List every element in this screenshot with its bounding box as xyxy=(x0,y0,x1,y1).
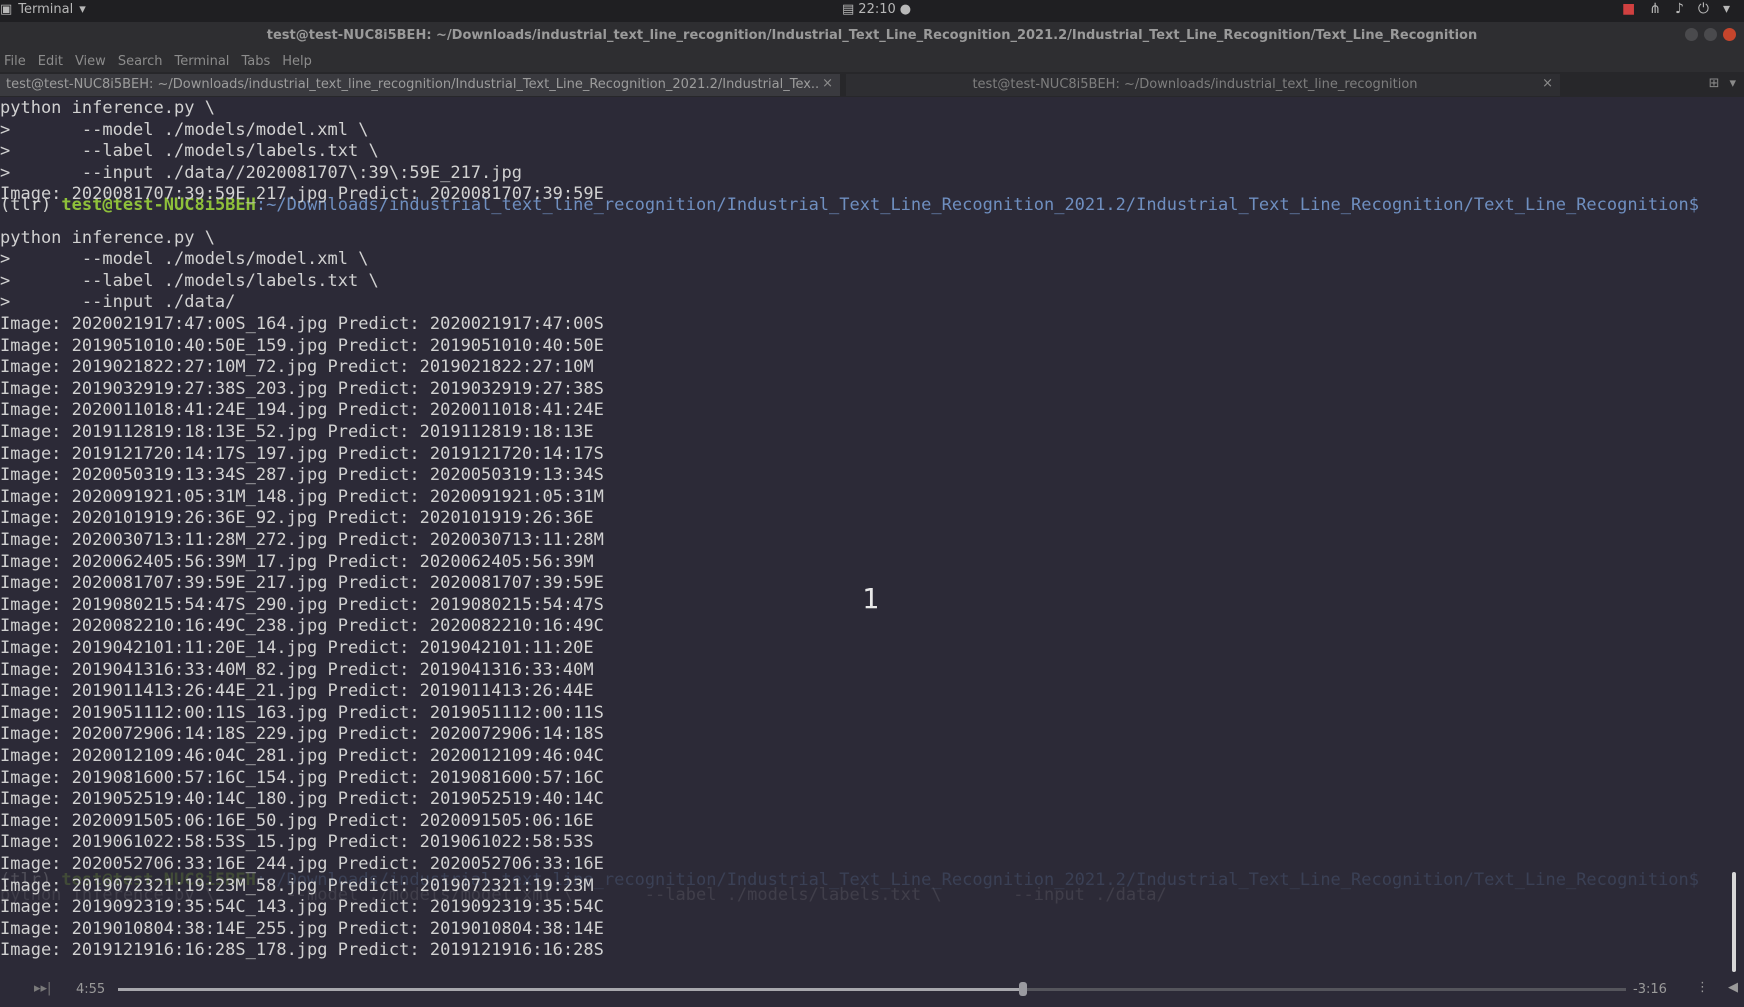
chevron-down-icon[interactable]: ▾ xyxy=(1723,1,1730,17)
command-line: > --label ./models/labels.txt \ xyxy=(0,270,379,291)
window-title: test@test-NUC8i5BEH: ~/Downloads/industr… xyxy=(266,28,1478,43)
clock-time: 22:10 xyxy=(858,2,896,17)
overlay-number: 1 xyxy=(862,582,879,615)
window-titlebar: test@test-NUC8i5BEH: ~/Downloads/industr… xyxy=(0,22,1744,50)
output-line: Image: 2019061022:58:53S_15.jpg Predict:… xyxy=(0,832,594,853)
volume-icon[interactable]: ◀ xyxy=(1728,980,1738,995)
record-dot-icon: ● xyxy=(899,2,912,17)
output-line: Image: 2019011413:26:44E_21.jpg Predict:… xyxy=(0,681,594,702)
terminal-output[interactable]: (tlr) test@test-NUC8i5BEH:~/Downloads/in… xyxy=(0,98,1744,1007)
output-line: Image: 2019121916:16:28S_178.jpg Predict… xyxy=(0,940,604,961)
output-line: Image: 2020101919:26:36E_92.jpg Predict:… xyxy=(0,508,594,529)
maximize-button[interactable] xyxy=(1704,28,1717,41)
output-line: Image: 2019051010:40:50E_159.jpg Predict… xyxy=(0,335,604,356)
menu-terminal[interactable]: Terminal xyxy=(174,54,229,69)
command-line: > --input ./data/ xyxy=(0,292,236,313)
close-tab-icon[interactable]: × xyxy=(822,76,833,91)
clock[interactable]: ▤ 22:10 ● xyxy=(842,2,911,17)
output-line: Image: 2019121720:14:17S_197.jpg Predict… xyxy=(0,443,604,464)
seek-bar[interactable] xyxy=(118,982,1626,996)
seek-handle[interactable] xyxy=(1018,982,1027,996)
output-line: Image: 2020081707:39:59E_217.jpg Predict… xyxy=(0,184,604,205)
close-tab-icon[interactable]: × xyxy=(1542,76,1553,91)
window-controls xyxy=(1685,28,1736,41)
menu-file[interactable]: File xyxy=(4,54,26,69)
chevron-down-icon[interactable]: ▾ xyxy=(1729,76,1736,91)
tab-inactive[interactable]: test@test-NUC8i5BEH: ~/Downloads/industr… xyxy=(846,74,1560,96)
output-line: Image: 2019052519:40:14C_180.jpg Predict… xyxy=(0,789,604,810)
menu-search[interactable]: Search xyxy=(118,54,163,69)
output-line: Image: 2020062405:56:39M_17.jpg Predict:… xyxy=(0,551,594,572)
command-line: > --model ./models/model.xml \ xyxy=(0,249,369,270)
close-button[interactable] xyxy=(1723,28,1736,41)
network-icon[interactable]: ⋔ xyxy=(1649,1,1661,17)
menu-edit[interactable]: Edit xyxy=(38,54,63,69)
seek-progress xyxy=(118,988,1023,991)
app-menu[interactable]: ▣ Terminal ▾ xyxy=(0,2,86,17)
output-line: Image: 2019041316:33:40M_82.jpg Predict:… xyxy=(0,659,594,680)
video-player-controls: ▸▸| 4:55 -3:16 ⋮ ◀ xyxy=(0,975,1744,1007)
remaining-time: -3:16 xyxy=(1633,982,1667,997)
menu-bar: File Edit View Search Terminal Tabs Help xyxy=(0,50,1744,72)
elapsed-time: 4:55 xyxy=(76,982,106,997)
output-line: Image: 2019021822:27:10M_72.jpg Predict:… xyxy=(0,357,594,378)
output-line: Image: 2020091921:05:31M_148.jpg Predict… xyxy=(0,486,604,507)
output-line: Image: 2019072321:19:23M_58.jpg Predict:… xyxy=(0,875,594,896)
command-line: python inference.py \ xyxy=(0,227,215,248)
tab-bar: test@test-NUC8i5BEH: ~/Downloads/industr… xyxy=(0,72,1744,97)
app-name: Terminal xyxy=(18,2,74,17)
power-icon[interactable]: ⏻ xyxy=(1698,1,1709,17)
output-line: Image: 2019042101:11:20E_14.jpg Predict:… xyxy=(0,638,594,658)
command-line: > --input ./data//2020081707\:39\:59E_21… xyxy=(0,162,522,183)
screen-record-icon[interactable]: ■ xyxy=(1622,1,1635,17)
output-line: Image: 2020012109:46:04C_281.jpg Predict… xyxy=(0,746,604,766)
output-line: Image: 2019092319:35:54C_143.jpg Predict… xyxy=(0,897,604,918)
tab-active[interactable]: test@test-NUC8i5BEH: ~/Downloads/industr… xyxy=(0,74,840,96)
system-top-bar: ▣ Terminal ▾ ▤ 22:10 ● ■ ⋔ ♪ ⏻ ▾ xyxy=(0,0,1744,22)
output-line: Image: 2019112819:18:13E_52.jpg Predict:… xyxy=(0,422,594,442)
tab-actions: ⊞ ▾ xyxy=(1709,76,1736,91)
minimize-button[interactable] xyxy=(1685,28,1698,41)
more-options-icon[interactable]: ⋮ xyxy=(1696,980,1709,995)
command-line: > --model ./models/model.xml \ xyxy=(0,119,369,140)
output-line: Image: 2019010804:38:14E_255.jpg Predict… xyxy=(0,918,604,939)
output-line: Image: 2020052706:33:16E_244.jpg Predict… xyxy=(0,854,604,874)
output-line: Image: 2020091505:06:16E_50.jpg Predict:… xyxy=(0,810,594,831)
output-line: Image: 2019051112:00:11S_163.jpg Predict… xyxy=(0,702,604,723)
terminal-app-icon: ▣ xyxy=(0,2,13,17)
volume-icon[interactable]: ♪ xyxy=(1675,1,1684,17)
output-line: Image: 2020072906:14:18S_229.jpg Predict… xyxy=(0,724,604,745)
calendar-icon: ▤ xyxy=(842,2,855,17)
skip-forward-icon[interactable]: ▸▸| xyxy=(34,981,51,996)
tab-label: test@test-NUC8i5BEH: ~/Downloads/industr… xyxy=(6,77,818,92)
command-line: > --label ./models/labels.txt \ xyxy=(0,141,379,162)
output-line: Image: 2019081600:57:16C_154.jpg Predict… xyxy=(0,767,604,788)
output-line: Image: 2020050319:13:34S_287.jpg Predict… xyxy=(0,465,604,486)
new-tab-icon[interactable]: ⊞ xyxy=(1709,76,1720,91)
menu-tabs[interactable]: Tabs xyxy=(241,54,270,69)
output-line: Image: 2019032919:27:38S_203.jpg Predict… xyxy=(0,378,604,399)
output-line: Image: 2020081707:39:59E_217.jpg Predict… xyxy=(0,573,604,594)
chevron-down-icon: ▾ xyxy=(79,2,86,17)
output-line: Image: 2020021917:47:00S_164.jpg Predict… xyxy=(0,314,604,334)
menu-view[interactable]: View xyxy=(75,54,106,69)
terminal-scrollbar[interactable] xyxy=(1732,872,1736,972)
output-line: Image: 2020030713:11:28M_272.jpg Predict… xyxy=(0,530,604,550)
output-line: Image: 2020082210:16:49C_238.jpg Predict… xyxy=(0,616,604,637)
command-line: python inference.py \ xyxy=(0,98,215,118)
output-line: Image: 2019080215:54:47S_290.jpg Predict… xyxy=(0,594,604,615)
system-tray: ■ ⋔ ♪ ⏻ ▾ xyxy=(1622,1,1730,17)
menu-help[interactable]: Help xyxy=(282,54,312,69)
tab-label: test@test-NUC8i5BEH: ~/Downloads/industr… xyxy=(972,77,1418,92)
output-line: Image: 2020011018:41:24E_194.jpg Predict… xyxy=(0,400,604,421)
